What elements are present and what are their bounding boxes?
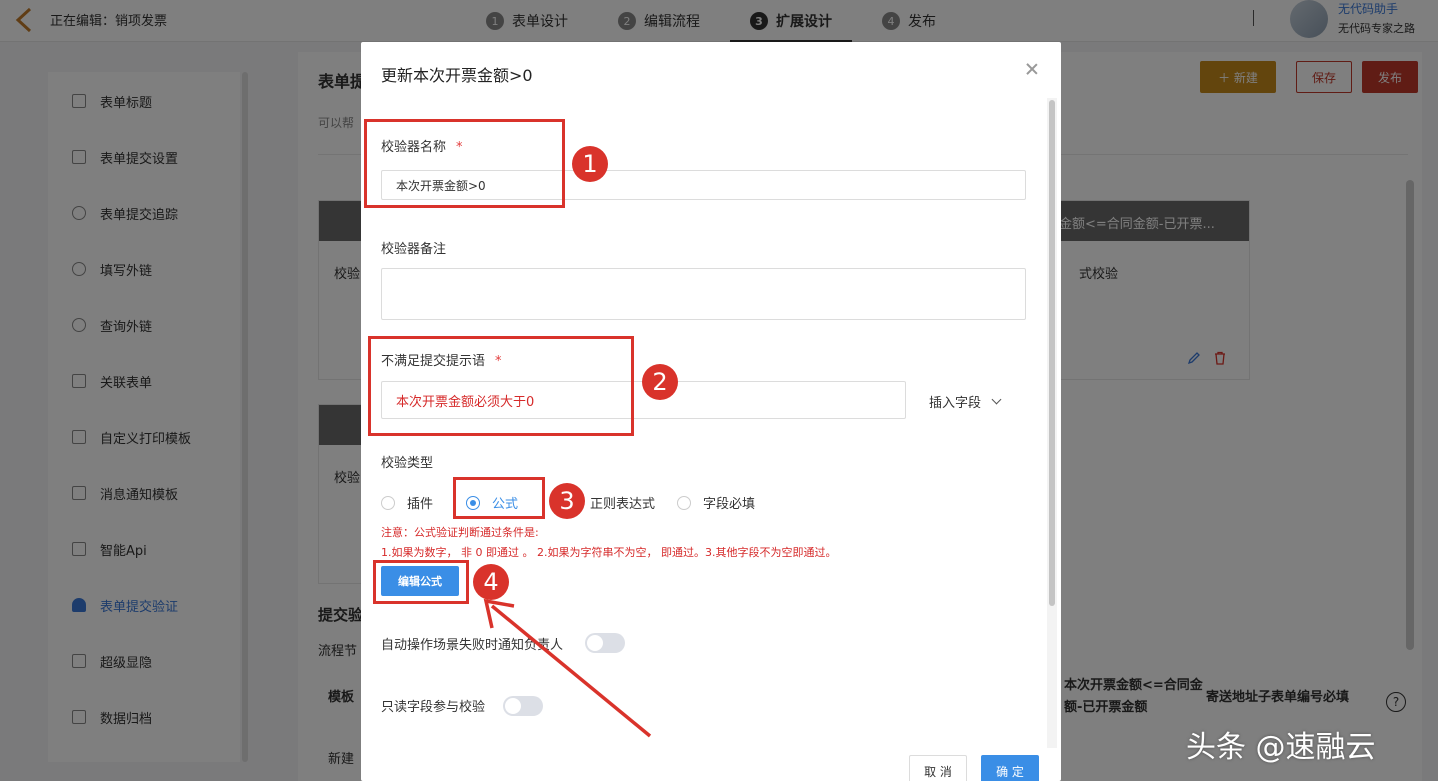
highlight-box-4 <box>373 560 469 604</box>
auto-notify-toggle[interactable] <box>585 633 625 653</box>
highlight-box-1 <box>364 119 565 208</box>
radio-label: 字段必填 <box>703 497 756 512</box>
radio-label: 正则表达式 <box>590 497 656 512</box>
validator-remark-textarea[interactable] <box>381 268 1026 320</box>
cancel-button[interactable]: 取 消 <box>909 755 967 781</box>
validator-remark-label: 校验器备注 <box>381 242 447 257</box>
auto-notify-label: 自动操作场景失败时通知负责人 <box>381 638 564 653</box>
step-badge-1: 1 <box>572 146 608 182</box>
formula-note: 注意：公式验证判断通过条件是: <box>381 526 539 539</box>
chevron-down-icon <box>991 394 1002 405</box>
watermark: 头条 @速融云 <box>1186 730 1376 765</box>
step-badge-3: 3 <box>549 483 585 519</box>
highlight-box-3 <box>453 477 545 519</box>
insert-field-dropdown[interactable]: 插入字段 <box>929 392 1002 411</box>
dialog-scrollbar[interactable] <box>1049 100 1055 606</box>
radio-plugin[interactable]: 插件 <box>381 493 433 512</box>
dialog-title: 更新本次开票金额>0 <box>381 66 533 85</box>
radio-label: 插件 <box>407 497 434 512</box>
close-icon[interactable] <box>1025 62 1039 76</box>
validation-type-label: 校验类型 <box>381 456 434 471</box>
readonly-validate-label: 只读字段参与校验 <box>381 700 486 715</box>
step-badge-2: 2 <box>642 364 678 400</box>
highlight-box-2 <box>368 336 634 436</box>
formula-note-detail: 1.如果为数字， 非 0 即通过 。 2.如果为字符串不为空， 即通过。3.其他… <box>381 546 837 559</box>
radio-circle-icon <box>677 495 691 510</box>
radio-circle-icon <box>381 495 395 510</box>
confirm-button[interactable]: 确 定 <box>981 755 1039 781</box>
step-badge-4: 4 <box>473 564 509 600</box>
radio-required-field[interactable]: 字段必填 <box>677 493 755 512</box>
insert-field-label: 插入字段 <box>929 396 982 411</box>
readonly-validate-toggle[interactable] <box>503 696 543 716</box>
